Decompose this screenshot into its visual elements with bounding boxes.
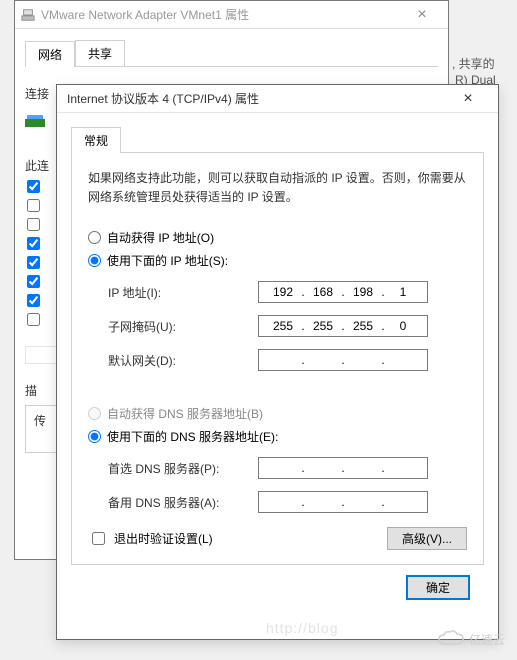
ipv4-title: Internet 协议版本 4 (TCP/IPv4) 属性 — [67, 90, 448, 107]
protocol-checkbox[interactable] — [27, 218, 40, 231]
protocol-checkbox[interactable] — [27, 180, 40, 193]
radio-auto-dns — [88, 407, 101, 420]
ip-address-input[interactable]: 192. 168. 198. 1 — [258, 281, 428, 303]
protocol-checkbox[interactable] — [27, 199, 40, 212]
radio-auto-dns-row: 自动获得 DNS 服务器地址(B) — [88, 405, 467, 422]
watermark-brand: 亿速云 — [437, 630, 505, 648]
tab-general[interactable]: 常规 — [71, 127, 121, 153]
adapter-title: VMware Network Adapter VMnet1 属性 — [41, 6, 402, 23]
ip-address-row: IP 地址(I): 192. 168. 198. 1 — [108, 281, 467, 303]
adapter-icon — [25, 112, 45, 130]
network-adapter-icon — [21, 8, 35, 22]
cloud-icon — [437, 630, 465, 648]
dns1-input[interactable]: . . . — [258, 457, 428, 479]
dns2-row: 备用 DNS 服务器(A): . . . — [108, 491, 467, 513]
dns2-label: 备用 DNS 服务器(A): — [108, 494, 258, 511]
ipv4-info-text: 如果网络支持此功能，则可以获取自动指派的 IP 设置。否则，你需要从网络系统管理… — [88, 169, 467, 207]
dns2-input[interactable]: . . . — [258, 491, 428, 513]
validate-on-exit-row[interactable]: 退出时验证设置(L) — [88, 529, 387, 548]
gateway-input[interactable]: . . . — [258, 349, 428, 371]
background-text-2: , 共享的 — [452, 55, 495, 72]
radio-use-dns-row[interactable]: 使用下面的 DNS 服务器地址(E): — [88, 428, 467, 445]
subnet-mask-input[interactable]: 255. 255. 255. 0 — [258, 315, 428, 337]
radio-auto-ip-row[interactable]: 自动获得 IP 地址(O) — [88, 229, 467, 246]
close-button-front[interactable]: × — [448, 90, 488, 108]
dns1-label: 首选 DNS 服务器(P): — [108, 460, 258, 477]
radio-use-ip[interactable] — [88, 254, 101, 267]
adapter-tabs: 网络 共享 — [15, 33, 448, 66]
radio-auto-ip-label: 自动获得 IP 地址(O) — [107, 229, 214, 246]
tab-sharing[interactable]: 共享 — [75, 40, 125, 66]
ipv4-titlebar[interactable]: Internet 协议版本 4 (TCP/IPv4) 属性 × — [57, 85, 498, 113]
adapter-titlebar[interactable]: VMware Network Adapter VMnet1 属性 × — [15, 1, 448, 29]
tab-network[interactable]: 网络 — [25, 41, 75, 67]
gateway-label: 默认网关(D): — [108, 352, 258, 369]
subnet-mask-label: 子网掩码(U): — [108, 318, 258, 335]
gateway-row: 默认网关(D): . . . — [108, 349, 467, 371]
protocol-checkbox[interactable] — [27, 313, 40, 326]
watermark-url: http://blog — [266, 620, 339, 636]
radio-use-dns-label: 使用下面的 DNS 服务器地址(E): — [107, 428, 278, 445]
protocol-checkbox[interactable] — [27, 275, 40, 288]
ip-address-label: IP 地址(I): — [108, 284, 258, 301]
protocol-checkbox[interactable] — [27, 237, 40, 250]
radio-use-dns[interactable] — [88, 430, 101, 443]
ok-button[interactable]: 确定 — [406, 575, 470, 600]
subnet-mask-row: 子网掩码(U): 255. 255. 255. 0 — [108, 315, 467, 337]
validate-label: 退出时验证设置(L) — [114, 530, 213, 547]
ipv4-tabs: 常规 — [71, 127, 484, 153]
dialog-button-row: 确定 — [71, 565, 484, 610]
ipv4-properties-window: Internet 协议版本 4 (TCP/IPv4) 属性 × 常规 如果网络支… — [56, 84, 499, 640]
validate-checkbox[interactable] — [92, 532, 105, 545]
dns1-row: 首选 DNS 服务器(P): . . . — [108, 457, 467, 479]
radio-auto-ip[interactable] — [88, 231, 101, 244]
radio-use-ip-row[interactable]: 使用下面的 IP 地址(S): — [88, 252, 467, 269]
protocol-checkbox[interactable] — [27, 294, 40, 307]
advanced-button[interactable]: 高级(V)... — [387, 527, 467, 550]
radio-auto-dns-label: 自动获得 DNS 服务器地址(B) — [107, 405, 263, 422]
close-button-back[interactable]: × — [402, 6, 442, 24]
radio-use-ip-label: 使用下面的 IP 地址(S): — [107, 252, 228, 269]
tab-general-content: 如果网络支持此功能，则可以获取自动指派的 IP 设置。否则，你需要从网络系统管理… — [71, 153, 484, 565]
protocol-checkbox[interactable] — [27, 256, 40, 269]
